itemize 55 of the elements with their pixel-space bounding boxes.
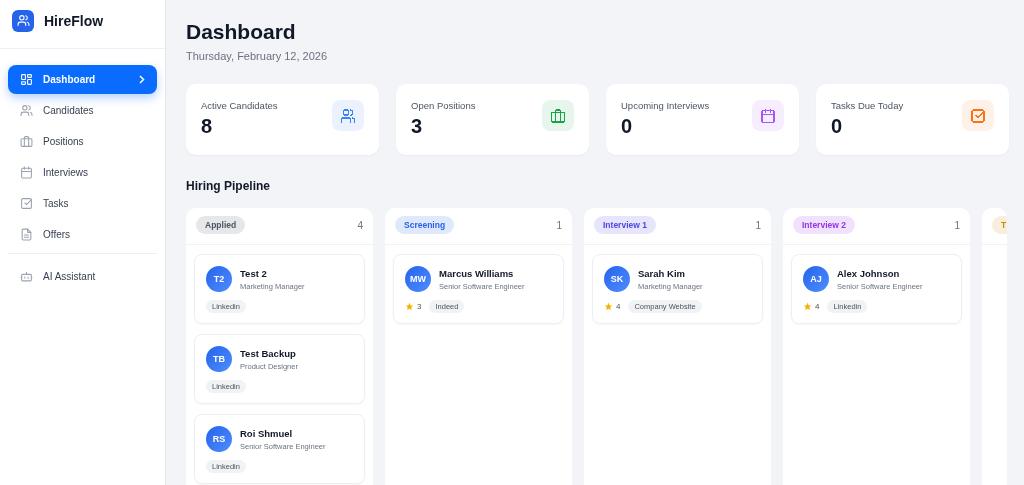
star-icon	[803, 302, 812, 311]
candidate-name: Roi Shmuel	[240, 427, 294, 439]
rating-value: 3	[417, 302, 422, 311]
rating-value: 4	[616, 302, 621, 311]
sidebar-item[interactable]: Candidates	[8, 96, 157, 125]
avatar: SK	[604, 266, 630, 292]
sidebar-item[interactable]: Positions	[8, 127, 157, 156]
avatar: AJ	[803, 266, 829, 292]
avatar: RS	[206, 426, 232, 452]
sidebar-item[interactable]: AI Assistant	[8, 262, 157, 291]
sidebar-item[interactable]: Interviews	[8, 158, 157, 187]
avatar: T2	[206, 266, 232, 292]
robot-icon	[20, 270, 33, 283]
candidate-name: Test 2	[240, 267, 268, 279]
date-text: Thursday, February 12, 2026	[186, 50, 329, 62]
section-title: Hiring Pipeline	[186, 179, 271, 193]
candidate-name: Alex Johnson	[837, 267, 901, 279]
stage-count: 1	[755, 219, 761, 231]
avatar: TB	[206, 346, 232, 372]
document-icon	[20, 228, 33, 241]
stage-badge: Applied	[196, 216, 246, 234]
sidebar-item[interactable]: Tasks	[8, 189, 157, 218]
grid-icon	[20, 73, 33, 86]
stat-value: 8	[201, 115, 214, 138]
stage-badge: Interview 2	[793, 216, 855, 234]
stage-count: 4	[357, 219, 363, 231]
rating-value: 4	[815, 302, 820, 311]
brand-name: HireFlow	[44, 12, 104, 29]
stage-badge: Screening	[395, 216, 455, 234]
calendar-icon	[20, 166, 33, 179]
candidate-name: Test Backup	[240, 347, 297, 359]
sidebar-item[interactable]: Dashboard	[8, 65, 157, 94]
star-icon	[604, 302, 613, 311]
candidate-name: Sarah Kim	[638, 267, 686, 279]
avatar: MW	[405, 266, 431, 292]
stage-count: 1	[954, 219, 960, 231]
stage-badge: T	[992, 216, 1007, 234]
candidate-name: Marcus Williams	[439, 267, 515, 279]
sidebar-item[interactable]: Offers	[8, 220, 157, 249]
stat-value: 0	[621, 115, 634, 138]
briefcase-icon	[20, 135, 33, 148]
stat-value: 3	[411, 115, 424, 138]
chevron-icon	[139, 75, 145, 84]
stat-label: Open Positions	[411, 100, 476, 111]
stage-count: 1	[556, 219, 562, 231]
stage-badge: Interview 1	[594, 216, 656, 234]
users-icon	[20, 104, 33, 117]
stat-value: 0	[831, 115, 844, 138]
stat-label: Tasks Due Today	[831, 100, 904, 111]
stat-label: Active Candidates	[201, 100, 278, 111]
users-icon	[16, 14, 30, 27]
star-icon	[405, 302, 414, 311]
stat-label: Upcoming Interviews	[621, 100, 710, 111]
page-title: Dashboard	[186, 20, 297, 44]
checkbox-icon	[20, 197, 33, 210]
